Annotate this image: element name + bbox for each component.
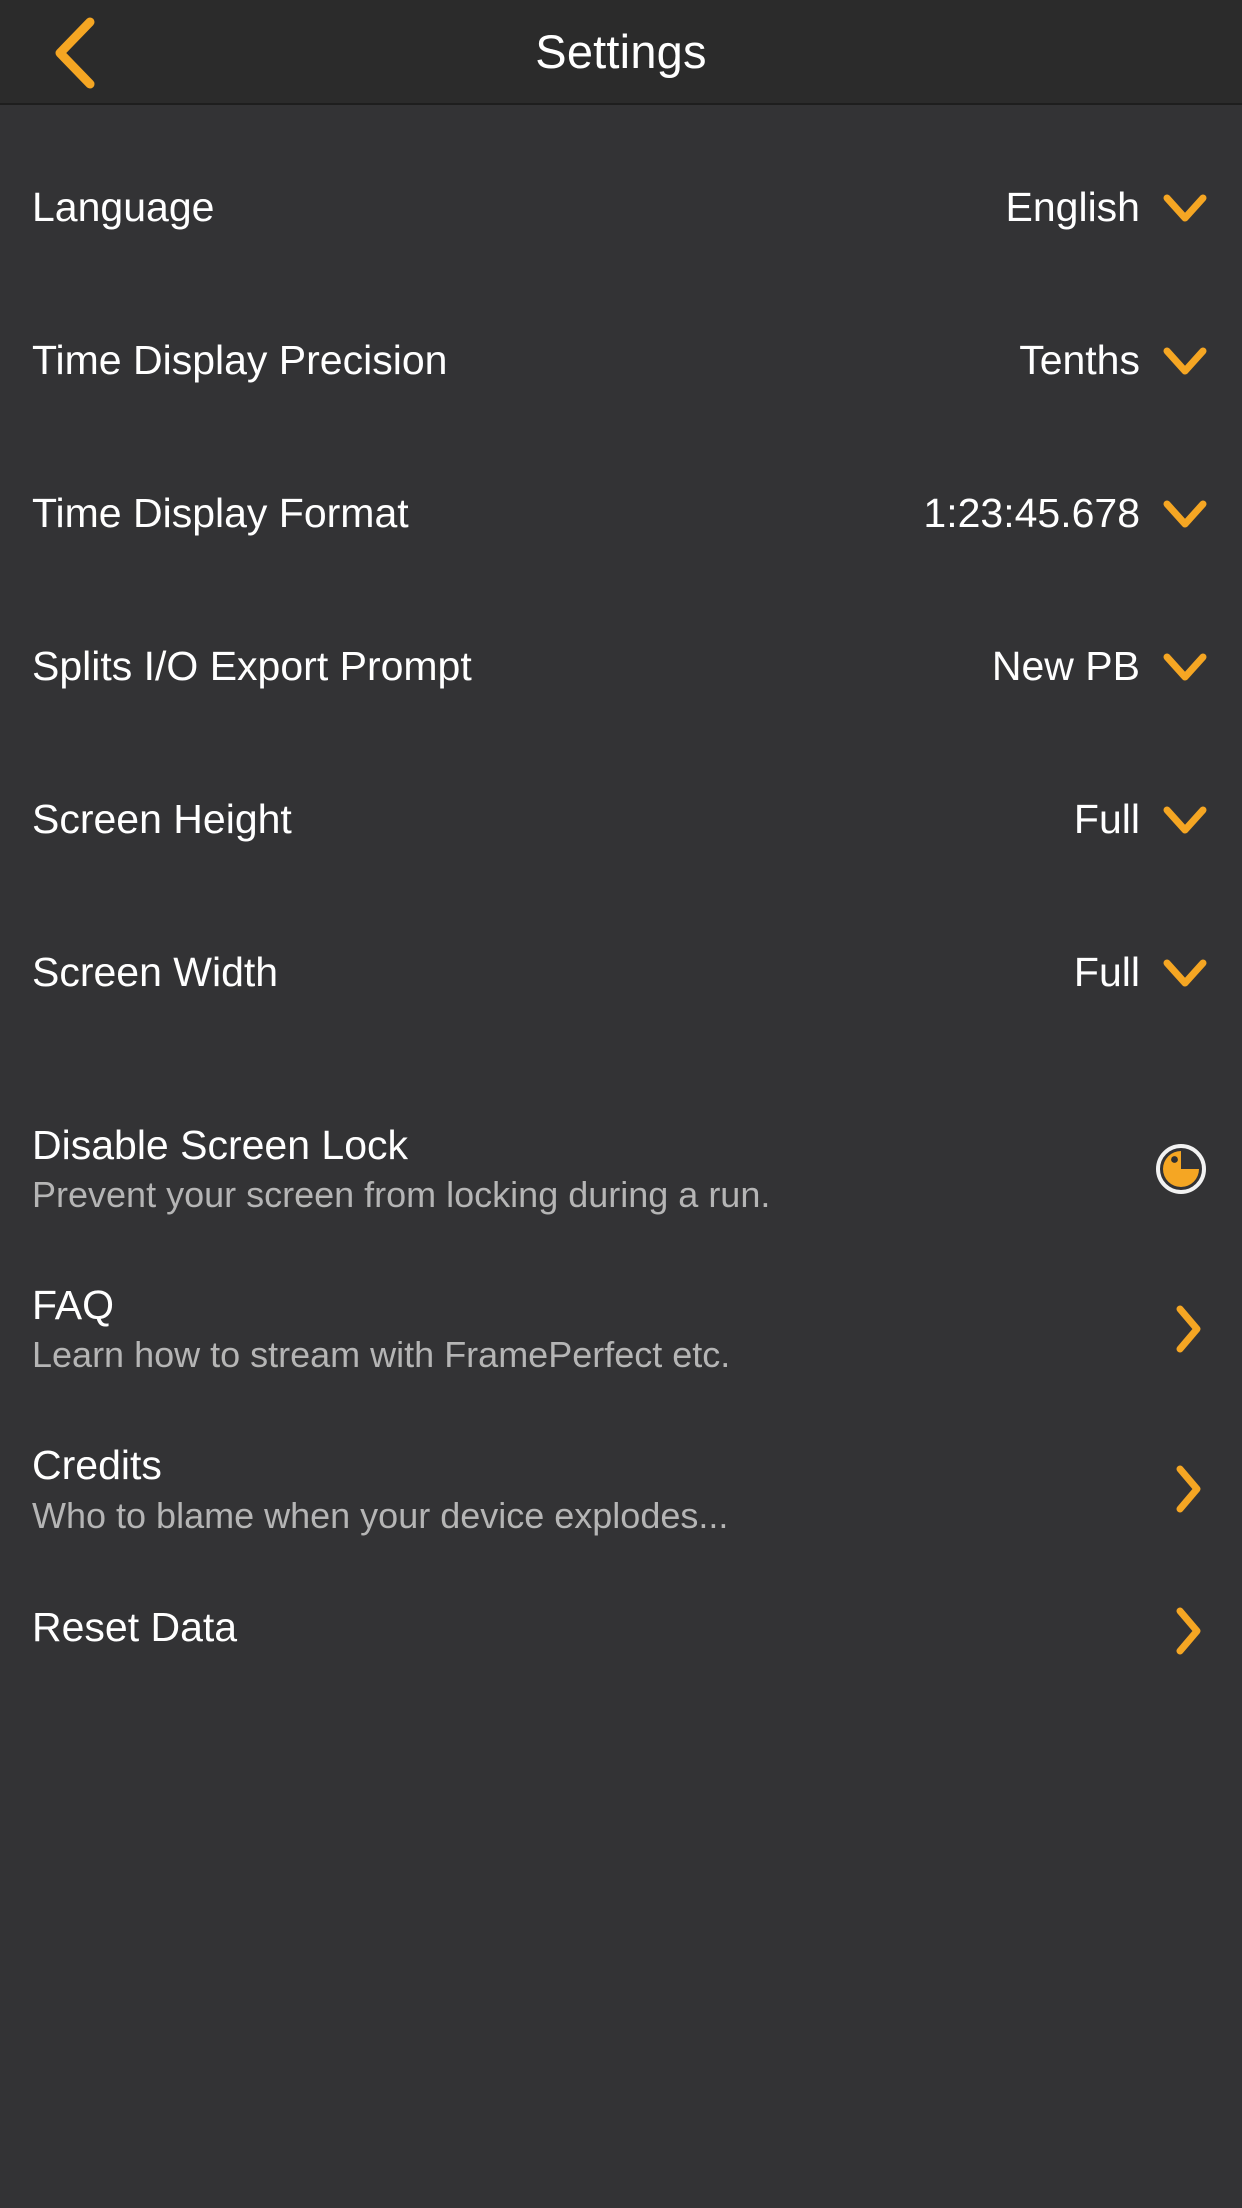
setting-title: Disable Screen Lock <box>32 1122 409 1168</box>
setting-row-screen-height[interactable]: Screen Height Full <box>0 743 1242 896</box>
setting-row-language[interactable]: Language English <box>0 131 1242 284</box>
checked-circle-icon[interactable] <box>1154 1142 1208 1196</box>
chevron-down-icon[interactable] <box>1162 338 1208 384</box>
setting-text-block: Reset Data <box>32 1605 237 1658</box>
setting-label: Time Display Precision <box>32 337 448 383</box>
setting-row-time-display-format[interactable]: Time Display Format 1:23:45.678 <box>0 437 1242 590</box>
chevron-right-icon[interactable] <box>1168 1603 1208 1659</box>
setting-value: 1:23:45.678 <box>923 490 1140 536</box>
setting-title: FAQ <box>32 1282 115 1329</box>
setting-label: Splits I/O Export Prompt <box>32 643 472 689</box>
chevron-down-icon[interactable] <box>1162 185 1208 231</box>
chevron-right-icon[interactable] <box>1168 1461 1208 1517</box>
chevron-down-icon[interactable] <box>1162 644 1208 690</box>
setting-row-faq[interactable]: FAQ Learn how to stream with FramePerfec… <box>0 1263 1242 1397</box>
chevron-down-icon[interactable] <box>1162 491 1208 537</box>
setting-row-credits[interactable]: Credits Who to blame when your device ex… <box>0 1423 1242 1557</box>
setting-row-reset-data[interactable]: Reset Data <box>0 1583 1242 1681</box>
setting-subtitle: Who to blame when your device explodes..… <box>32 1494 729 1536</box>
setting-value: English <box>1005 184 1140 230</box>
setting-value: Full <box>1073 949 1140 995</box>
setting-value: Full <box>1073 796 1140 842</box>
setting-value: New PB <box>991 643 1140 689</box>
setting-row-screen-width[interactable]: Screen Width Full <box>0 896 1242 1049</box>
settings-list: Language English Time Display Precision … <box>0 105 1242 2208</box>
setting-label: Time Display Format <box>32 490 409 536</box>
setting-label: Screen Width <box>32 949 279 995</box>
setting-title: Credits <box>32 1442 162 1489</box>
chevron-down-icon[interactable] <box>1162 797 1208 843</box>
app-header: Settings <box>0 0 1242 105</box>
settings-screen: Settings Language English Time Display P… <box>0 0 1242 2208</box>
list-top-spacer <box>0 105 1242 131</box>
setting-row-splits-io-export-prompt[interactable]: Splits I/O Export Prompt New PB <box>0 590 1242 743</box>
setting-label: Language <box>32 184 215 230</box>
back-button[interactable] <box>0 0 150 105</box>
setting-text-block: Disable Screen Lock Prevent your screen … <box>32 1123 770 1215</box>
setting-label: Screen Height <box>32 796 292 842</box>
setting-row-disable-screen-lock[interactable]: Disable Screen Lock Prevent your screen … <box>0 1103 1242 1237</box>
setting-subtitle: Prevent your screen from locking during … <box>32 1174 771 1216</box>
chevron-left-icon <box>46 16 104 90</box>
setting-value: Tenths <box>1019 337 1140 383</box>
setting-text-block: FAQ Learn how to stream with FramePerfec… <box>32 1283 730 1375</box>
chevron-right-icon[interactable] <box>1168 1301 1208 1357</box>
setting-title: Reset Data <box>32 1603 238 1650</box>
chevron-down-icon[interactable] <box>1162 950 1208 996</box>
setting-row-time-display-precision[interactable]: Time Display Precision Tenths <box>0 284 1242 437</box>
setting-text-block: Credits Who to blame when your device ex… <box>32 1443 728 1535</box>
page-title: Settings <box>535 25 707 78</box>
setting-subtitle: Learn how to stream with FramePerfect et… <box>32 1334 731 1376</box>
